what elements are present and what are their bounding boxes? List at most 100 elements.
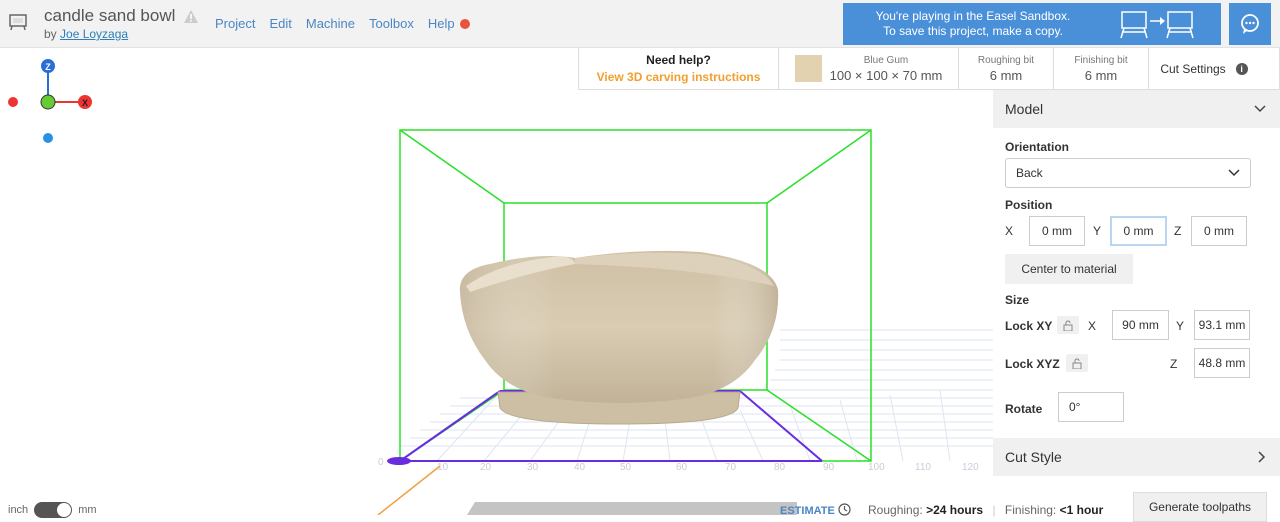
finishing-bit-label: Finishing bit: [1074, 54, 1128, 66]
rotate-label: Rotate: [1005, 402, 1043, 416]
estimate-label: ESTIMATE: [780, 505, 835, 517]
model-section-header[interactable]: Model: [993, 90, 1280, 128]
clock-icon: [838, 503, 851, 516]
warning-icon[interactable]: [184, 10, 198, 23]
generate-toolpaths-button[interactable]: Generate toolpaths: [1133, 492, 1267, 522]
notification-dot-icon: [459, 19, 470, 29]
z-axis-label: Z: [45, 62, 51, 72]
y-axis-line: [377, 465, 441, 516]
menu-edit[interactable]: Edit: [269, 16, 291, 31]
model-panel: Model Orientation Back Position X 0 mm Y…: [993, 90, 1280, 515]
position-label: Position: [1005, 198, 1053, 212]
position-z-input[interactable]: 0 mm: [1191, 216, 1247, 246]
unit-toggle[interactable]: [34, 502, 73, 518]
main-menu: Project Edit Machine Toolbox Help: [215, 16, 470, 31]
ruler-tick: 110: [915, 462, 931, 473]
pos-x-label: X: [1005, 224, 1014, 238]
pos-z-label: Z: [1174, 224, 1182, 238]
sandbox-banner[interactable]: You're playing in the Easel Sandbox. To …: [843, 3, 1221, 45]
chat-button[interactable]: [1229, 3, 1271, 45]
neg-y-handle[interactable]: [43, 133, 53, 143]
pos-y-label: Y: [1093, 224, 1102, 238]
chevron-down-icon: [1228, 169, 1240, 177]
author-link[interactable]: Joe Loyzaga: [60, 27, 128, 41]
menu-help-label: Help: [427, 16, 455, 31]
ruler-tick: 20: [480, 462, 492, 473]
by-prefix: by: [44, 27, 57, 41]
menu-project[interactable]: Project: [215, 16, 255, 31]
ruler-tick: 80: [774, 462, 786, 473]
ruler-tick: 120: [962, 462, 979, 473]
finishing-bit-selector[interactable]: Finishing bit 6 mm: [1054, 48, 1149, 89]
lock-xyz-toggle[interactable]: [1066, 354, 1088, 372]
ruler-labels: 0 10 20 30 40 50 60 70 80 90 100 110 120: [378, 457, 979, 473]
size-x-label: X: [1088, 319, 1097, 333]
neg-x-handle[interactable]: [8, 97, 18, 107]
project-title[interactable]: candle sand bowl: [44, 6, 175, 26]
size-y-input[interactable]: 93.1 mm: [1194, 310, 1250, 340]
position-y-input[interactable]: 0 mm: [1110, 216, 1167, 246]
lock-xy-label: Lock XY: [1005, 319, 1053, 333]
material-size: 100 × 100 × 70 mm: [829, 67, 943, 83]
cut-settings-button[interactable]: Cut Settings i: [1149, 48, 1259, 89]
unit-mm-label[interactable]: mm: [78, 504, 96, 516]
menu-machine[interactable]: Machine: [306, 16, 355, 31]
project-info-bar: Need help? View 3D carving instructions …: [578, 48, 1280, 90]
position-x-input[interactable]: 0 mm: [1029, 216, 1085, 246]
model-header-label: Model: [1005, 101, 1044, 117]
ruler-tick: 50: [620, 462, 632, 473]
3d-viewport[interactable]: Z X 0 10 20 30 40 50 60 70 80 90 100 110…: [0, 48, 993, 516]
cut-style-section-header[interactable]: Cut Style: [993, 438, 1280, 476]
ruler-tick: 90: [823, 462, 835, 473]
ruler-tick: 100: [868, 462, 885, 473]
menu-toolbox[interactable]: Toolbox: [369, 16, 414, 31]
size-z-label: Z: [1170, 357, 1178, 371]
chevron-down-icon: [1254, 105, 1266, 113]
roughing-bit-selector[interactable]: Roughing bit 6 mm: [959, 48, 1054, 89]
unit-inch-label[interactable]: inch: [8, 504, 28, 516]
ruler-tick: 40: [574, 462, 586, 473]
center-to-material-button[interactable]: Center to material: [1005, 254, 1133, 284]
finishing-bit-value: 6 mm: [1084, 67, 1118, 83]
top-bar: candle sand bowl by Joe Loyzaga Project …: [0, 0, 1280, 48]
orientation-select[interactable]: Back: [1005, 158, 1251, 188]
sandbox-line-2: To save this project, make a copy.: [883, 24, 1063, 38]
carving-instructions-link[interactable]: View 3D carving instructions: [597, 70, 761, 84]
material-info: Blue Gum 100 × 100 × 70 mm: [830, 55, 943, 83]
ruler-tick: 70: [725, 462, 737, 473]
rotate-input[interactable]: 0°: [1058, 392, 1124, 422]
chevron-right-icon: [1258, 451, 1266, 463]
estimate-progress-bar: [467, 502, 797, 515]
sandbox-line-1: You're playing in the Easel Sandbox.: [875, 9, 1071, 23]
material-name: Blue Gum: [863, 54, 909, 66]
copy-project-icon: [1120, 11, 1194, 39]
unlock-icon: [1063, 319, 1073, 331]
ruler-tick: 60: [676, 462, 688, 473]
unit-toggle-group: inch mm: [8, 502, 97, 518]
help-cell[interactable]: Need help? View 3D carving instructions: [579, 48, 779, 89]
cut-style-label: Cut Style: [1005, 449, 1062, 465]
info-icon[interactable]: i: [1235, 62, 1248, 75]
size-y-label: Y: [1176, 319, 1185, 333]
origin-marker[interactable]: [387, 457, 411, 465]
size-label: Size: [1005, 293, 1030, 307]
lock-xy-toggle[interactable]: [1057, 316, 1079, 334]
size-x-input[interactable]: 90 mm: [1112, 310, 1169, 340]
bowl-model[interactable]: [459, 250, 779, 425]
lock-xyz-label: Lock XYZ: [1005, 357, 1060, 371]
ruler-tick: 30: [527, 462, 539, 473]
menu-help[interactable]: Help: [428, 16, 470, 31]
monitor-icon[interactable]: [8, 12, 28, 32]
viewport-canvas[interactable]: Z X 0 10 20 30 40 50 60 70 80 90 100 110…: [0, 48, 993, 516]
unlock-icon: [1072, 357, 1082, 369]
cut-settings-label: Cut Settings: [1160, 61, 1226, 76]
material-selector[interactable]: Blue Gum 100 × 100 × 70 mm: [779, 48, 959, 89]
origin-handle[interactable]: [40, 94, 56, 110]
help-title: Need help?: [646, 53, 711, 67]
x-axis-label: X: [82, 98, 88, 108]
axis-gizmo[interactable]: Z X: [8, 59, 92, 143]
size-z-input[interactable]: 48.8 mm: [1194, 348, 1250, 378]
chat-icon: [1241, 14, 1259, 34]
ruler-tick: 0: [378, 457, 384, 468]
material-swatch: [794, 55, 822, 82]
